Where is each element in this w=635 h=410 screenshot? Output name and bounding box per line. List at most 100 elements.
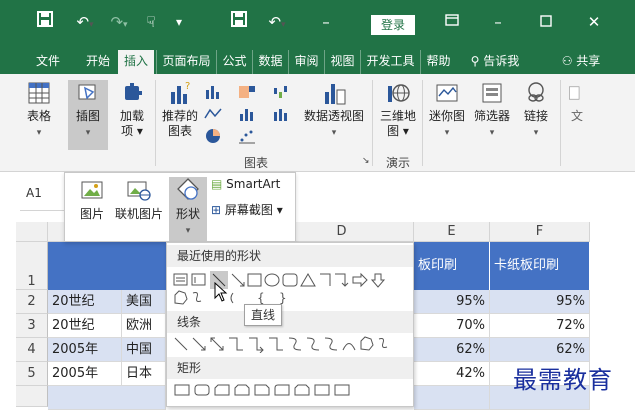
illustrations-button[interactable]: 插图 ▾: [68, 80, 108, 150]
hierarchy-chart-icon[interactable]: [238, 84, 256, 100]
redo-icon[interactable]: ↷▾: [106, 10, 132, 34]
sparklines-button[interactable]: 迷你图 ▾: [426, 80, 468, 141]
row-header-1[interactable]: 1: [16, 242, 48, 290]
tab-file[interactable]: 文件: [30, 50, 66, 74]
illustrations-caret-icon: ▾: [85, 128, 91, 138]
3d-map-button[interactable]: 三维地图 ▾: [378, 80, 418, 139]
tab-view[interactable]: 视图: [324, 50, 360, 74]
filters-caret-icon: ▾: [489, 128, 495, 138]
watermark-logo: 最需教育: [513, 366, 613, 394]
cell-a5[interactable]: 2005年: [48, 362, 122, 386]
waterfall-chart-icon[interactable]: [272, 84, 290, 100]
name-box-underline: [20, 210, 70, 211]
touch-mode-icon[interactable]: ☟: [140, 10, 162, 34]
online-pictures-button[interactable]: 联机图片: [113, 177, 165, 222]
close-icon[interactable]: ✕: [584, 12, 604, 32]
tell-me-search[interactable]: ⚲ 告诉我: [462, 50, 528, 74]
share-button[interactable]: ⚇ 共享: [548, 50, 614, 74]
recent-shapes-heading: 最近使用的形状: [167, 245, 413, 267]
tab-page-layout[interactable]: 页面布局: [156, 50, 216, 74]
3d-map-label-2: 图 ▾: [387, 124, 409, 138]
minimize-ribbon-icon[interactable]: –: [316, 10, 336, 34]
cell-f2[interactable]: 95%: [490, 290, 590, 314]
row-header-2[interactable]: 2: [16, 290, 48, 314]
cell-f4[interactable]: 62%: [490, 338, 590, 362]
cell-a3[interactable]: 20世纪: [48, 314, 122, 338]
undo-icon[interactable]: ↶▾: [70, 10, 100, 34]
row-header-5[interactable]: 5: [16, 362, 48, 386]
shapes-button[interactable]: 形状 ▾: [169, 177, 207, 243]
screenshot-button[interactable]: ⊞ 屏幕截图 ▾: [211, 201, 283, 218]
tab-formulas[interactable]: 公式: [216, 50, 252, 74]
line-chart-icon[interactable]: [204, 106, 222, 122]
cell-e5[interactable]: 42%: [414, 362, 490, 386]
cell-b4[interactable]: 中国: [122, 338, 166, 362]
cell-a2[interactable]: 20世纪: [48, 290, 122, 314]
tab-insert[interactable]: 插入: [118, 50, 154, 74]
addins-button[interactable]: 加载项 ▾: [114, 80, 150, 139]
customize-qat-icon[interactable]: ▾: [172, 10, 186, 34]
pictures-button[interactable]: 图片: [75, 177, 109, 222]
tab-home[interactable]: 开始: [80, 50, 116, 74]
combo-chart-icon[interactable]: [272, 106, 290, 122]
recommended-charts-button[interactable]: ? 推荐的 图表: [160, 80, 200, 139]
column-header-e[interactable]: E: [414, 222, 490, 242]
smartart-button[interactable]: ▤ SmartArt: [211, 177, 280, 191]
header-cell-e[interactable]: 板印刷: [414, 242, 490, 290]
rectangle-shapes-row[interactable]: [173, 381, 411, 399]
tab-data[interactable]: 数据: [252, 50, 288, 74]
cell-b5[interactable]: 日本: [122, 362, 166, 386]
pivot-chart-button[interactable]: 数据透视图 ▾: [302, 80, 366, 141]
screenshot-icon: ⊞: [211, 203, 222, 217]
cell-b2[interactable]: 美国: [122, 290, 166, 314]
column-chart-icon[interactable]: [204, 84, 222, 100]
row-header-4[interactable]: 4: [16, 338, 48, 362]
save-icon[interactable]: [34, 10, 56, 34]
scatter-chart-icon[interactable]: [238, 128, 256, 144]
tab-review[interactable]: 审阅: [288, 50, 324, 74]
cell-a4[interactable]: 2005年: [48, 338, 122, 362]
online-picture-icon: [127, 181, 151, 201]
tab-help[interactable]: 帮助: [420, 50, 456, 74]
cell-f3[interactable]: 72%: [490, 314, 590, 338]
sparkline-icon: [436, 84, 458, 102]
row-header-6[interactable]: [16, 386, 48, 407]
cell-e6[interactable]: [414, 386, 490, 410]
rectangles-heading: 矩形: [167, 357, 413, 379]
pie-chart-icon[interactable]: [204, 128, 222, 144]
cell-e3[interactable]: 70%: [414, 314, 490, 338]
statistic-chart-icon[interactable]: [238, 106, 256, 122]
column-header-f[interactable]: F: [490, 222, 590, 242]
select-all-corner[interactable]: [16, 222, 48, 242]
row-header-3[interactable]: 3: [16, 314, 48, 338]
save-icon-2[interactable]: [228, 10, 250, 34]
group-label-tours: 演示: [386, 156, 411, 170]
undo-icon-2[interactable]: ↶▾: [262, 10, 292, 34]
ribbon-display-icon[interactable]: [442, 12, 462, 32]
table-label: 表格: [26, 109, 51, 123]
cell-e2[interactable]: 95%: [414, 290, 490, 314]
header-cell-f[interactable]: 卡纸板印刷: [490, 242, 590, 290]
cell-b3[interactable]: 欧洲: [122, 314, 166, 338]
filters-button[interactable]: 筛选器 ▾: [472, 80, 512, 141]
recent-shapes-row[interactable]: [173, 271, 411, 289]
links-button[interactable]: 链接 ▾: [518, 80, 554, 141]
recent-shapes-row-2[interactable]: { }: [173, 289, 411, 307]
cell-a6[interactable]: [48, 386, 166, 410]
name-box[interactable]: A1: [26, 186, 42, 200]
cell-e4[interactable]: 62%: [414, 338, 490, 362]
text-button[interactable]: 文: [566, 80, 588, 124]
pivot-chart-icon: [325, 84, 346, 105]
ribbon: 表格 ▾ 插图 ▾ 加载项 ▾ ? 推荐的 图表 数据透视图 ▾ 图表 ↘ 三维地图 ▾…: [0, 74, 635, 172]
minimize-icon[interactable]: –: [488, 12, 508, 32]
table-button[interactable]: 表格 ▾: [22, 80, 56, 141]
mouse-pointer-icon: [214, 282, 228, 302]
lines-shapes-row[interactable]: [173, 335, 411, 353]
maximize-icon[interactable]: [536, 12, 556, 32]
illustrations-dropdown: 图片 联机图片 形状 ▾ ▤ SmartArt ⊞ 屏幕截图 ▾: [64, 172, 296, 243]
recommended-charts-icon: ?: [171, 81, 190, 104]
login-button[interactable]: 登录: [371, 15, 415, 35]
dialog-launcher-icon[interactable]: ↘: [362, 156, 370, 166]
svg-text:{: {: [257, 291, 265, 305]
tab-developer[interactable]: 开发工具: [360, 50, 420, 74]
